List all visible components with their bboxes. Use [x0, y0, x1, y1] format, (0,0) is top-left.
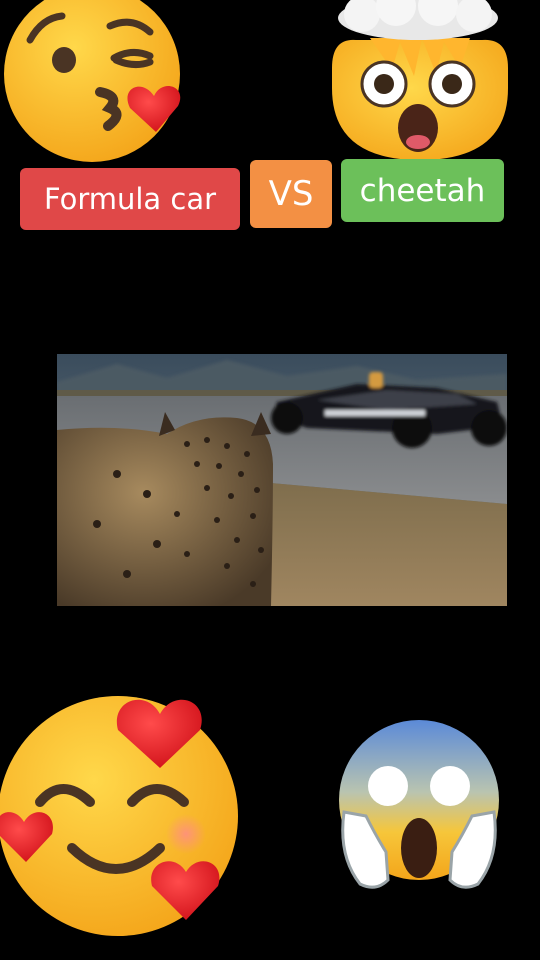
kissing-wink-heart-emoji	[2, 0, 186, 164]
exploding-head-emoji	[326, 0, 512, 164]
cheetah	[57, 412, 273, 606]
vs-label-text: VS	[268, 174, 314, 214]
vs-label: VS	[250, 160, 332, 228]
cheetah-label-text: cheetah	[359, 172, 486, 209]
formula-car-label: Formula car	[20, 168, 240, 230]
cheetah-label: cheetah	[341, 159, 504, 222]
video-frame[interactable]	[57, 354, 507, 606]
smiling-face-with-hearts-emoji	[0, 686, 244, 938]
formula-car-label-text: Formula car	[43, 182, 217, 216]
screaming-in-fear-emoji	[336, 716, 502, 892]
